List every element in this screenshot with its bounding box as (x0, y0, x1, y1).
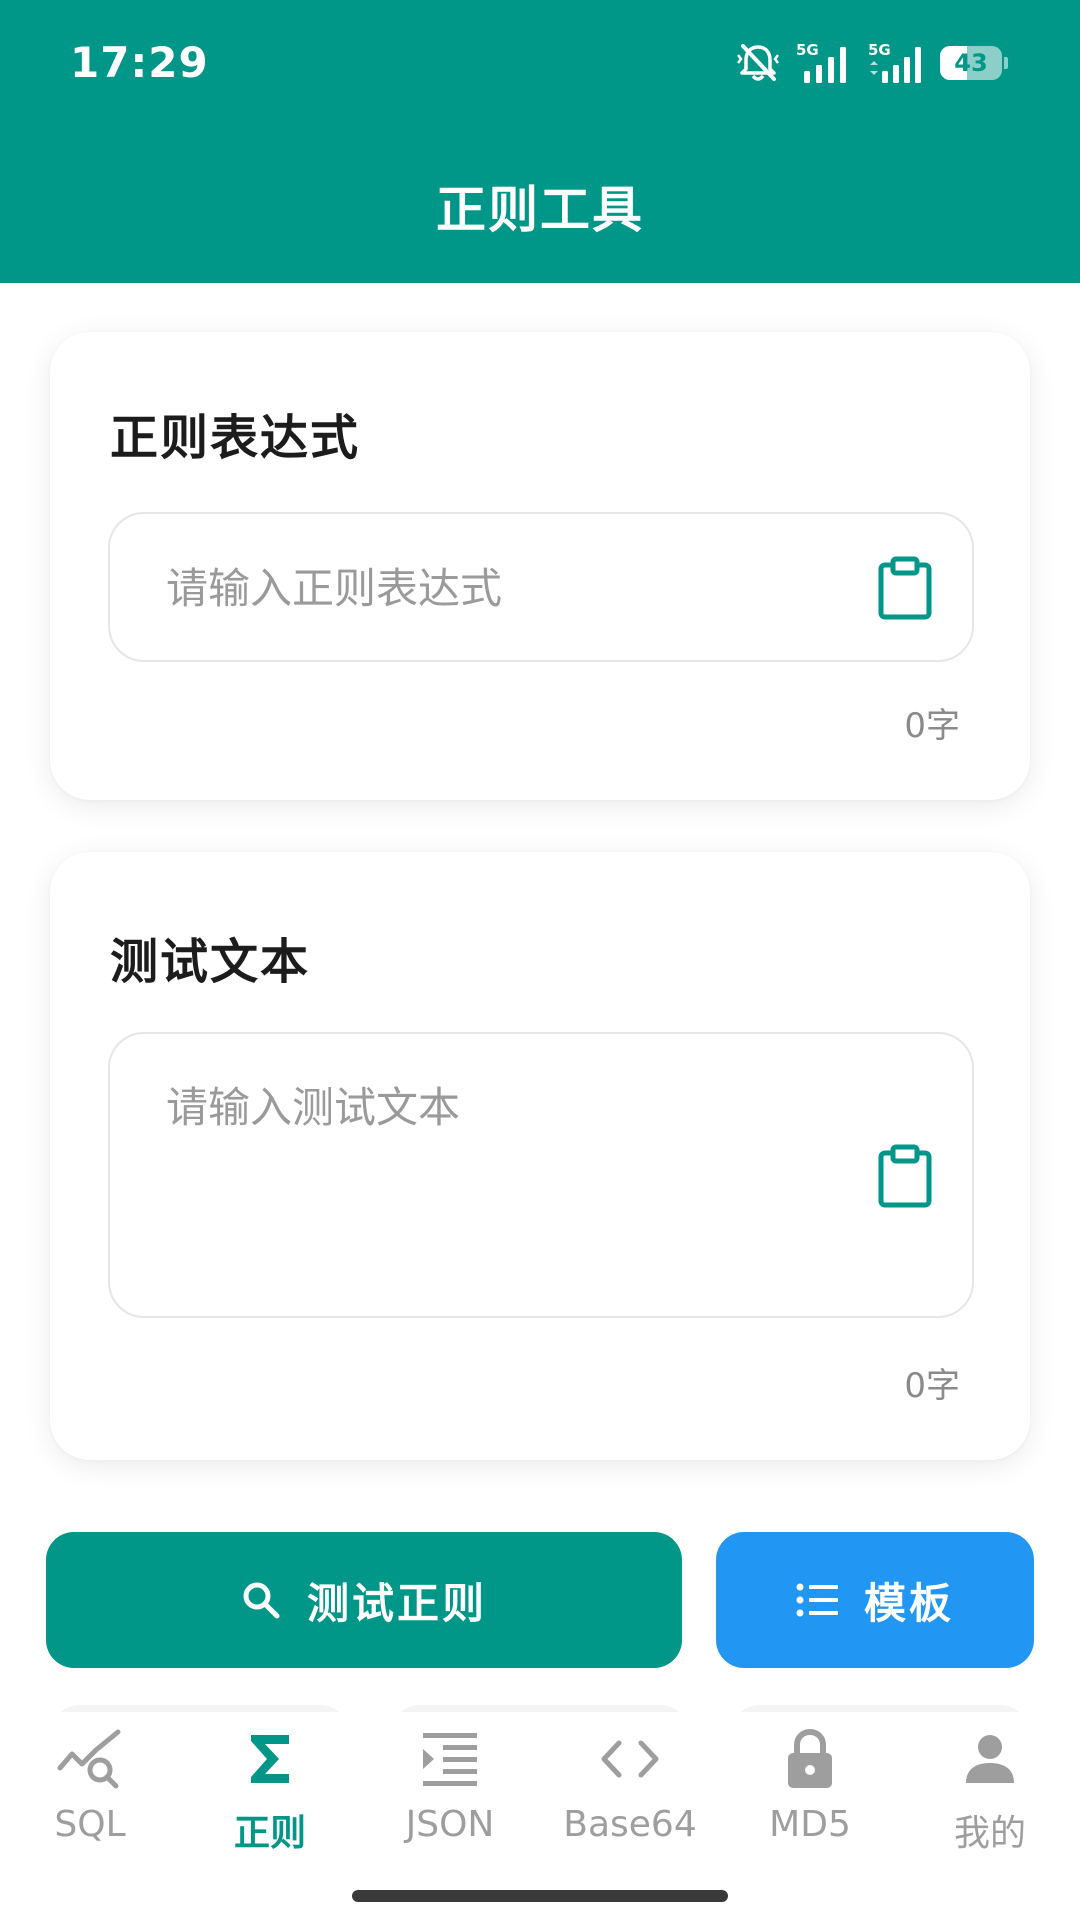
nav-item-regex[interactable]: 正则 (180, 1724, 360, 1874)
person-icon (966, 1735, 1014, 1783)
test-text-card-title: 测试文本 (110, 934, 311, 990)
chart-search-icon (57, 1729, 121, 1789)
test-regex-label: 测试正则 (306, 1578, 487, 1628)
clipboard-icon (878, 1144, 932, 1208)
nav-label-base64: Base64 (563, 1804, 697, 1845)
nav-item-json[interactable]: JSON (360, 1724, 540, 1874)
test-text-char-count: 0字 (904, 1366, 960, 1406)
home-indicator (352, 1890, 728, 1902)
sigma-icon (251, 1735, 289, 1783)
signal-5g-icon: 5G (868, 41, 921, 83)
clipboard-icon (878, 556, 932, 620)
paste-test-text-button[interactable] (876, 1144, 934, 1208)
nav-item-base64[interactable]: Base64 (540, 1724, 720, 1874)
lock-icon (788, 1728, 832, 1788)
nav-label-sql: SQL (54, 1804, 126, 1845)
battery-indicator: 43 (940, 46, 1008, 80)
regex-card: 正则表达式 0字 (50, 332, 1030, 800)
status-time: 17:29 (70, 38, 209, 87)
nav-label-profile: 我的 (953, 1813, 1026, 1854)
regex-field (108, 512, 974, 662)
nav-label-json: JSON (405, 1804, 495, 1845)
network-type-2: 5G (868, 41, 891, 59)
nav-item-sql[interactable]: SQL (0, 1724, 180, 1874)
regex-char-count: 0字 (904, 706, 960, 746)
nav-item-md5[interactable]: MD5 (720, 1724, 900, 1874)
bottom-nav: SQL 正则 JSON Base64 MD5 我的 (0, 1712, 1080, 1920)
status-bar: 17:29 5G 5G 43 (0, 0, 1080, 130)
test-text-input[interactable] (166, 1078, 846, 1268)
test-regex-button[interactable]: 测试正则 (46, 1532, 682, 1668)
regex-input[interactable] (166, 558, 846, 618)
network-type-1: 5G (796, 41, 819, 59)
indent-list-icon (423, 1733, 477, 1786)
nav-label-regex: 正则 (233, 1813, 306, 1854)
test-text-card: 测试文本 0字 (50, 852, 1030, 1460)
regex-tool-screen: 17:29 5G 5G 43 正则工具 正则表达式 请输入正则表达式 0字 测试… (0, 0, 1080, 1920)
page-title: 正则工具 (436, 181, 644, 239)
test-text-field (108, 1032, 974, 1318)
nav-item-profile[interactable]: 我的 (900, 1724, 1080, 1874)
template-button[interactable]: 模板 (716, 1532, 1034, 1668)
status-icons: 5G 5G 43 (734, 40, 1008, 86)
battery-level: 43 (954, 49, 988, 77)
code-brackets-icon (601, 1740, 659, 1778)
template-label: 模板 (863, 1578, 954, 1628)
app-bar: 17:29 5G 5G 43 正则工具 (0, 0, 1080, 283)
regex-card-title: 正则表达式 (110, 410, 361, 466)
signal-5g-icon: 5G (796, 41, 846, 83)
nav-label-md5: MD5 (769, 1804, 851, 1845)
muted-bell-icon (737, 44, 779, 81)
list-icon (796, 1583, 838, 1617)
search-icon (243, 1582, 280, 1619)
paste-regex-button[interactable] (876, 556, 934, 620)
